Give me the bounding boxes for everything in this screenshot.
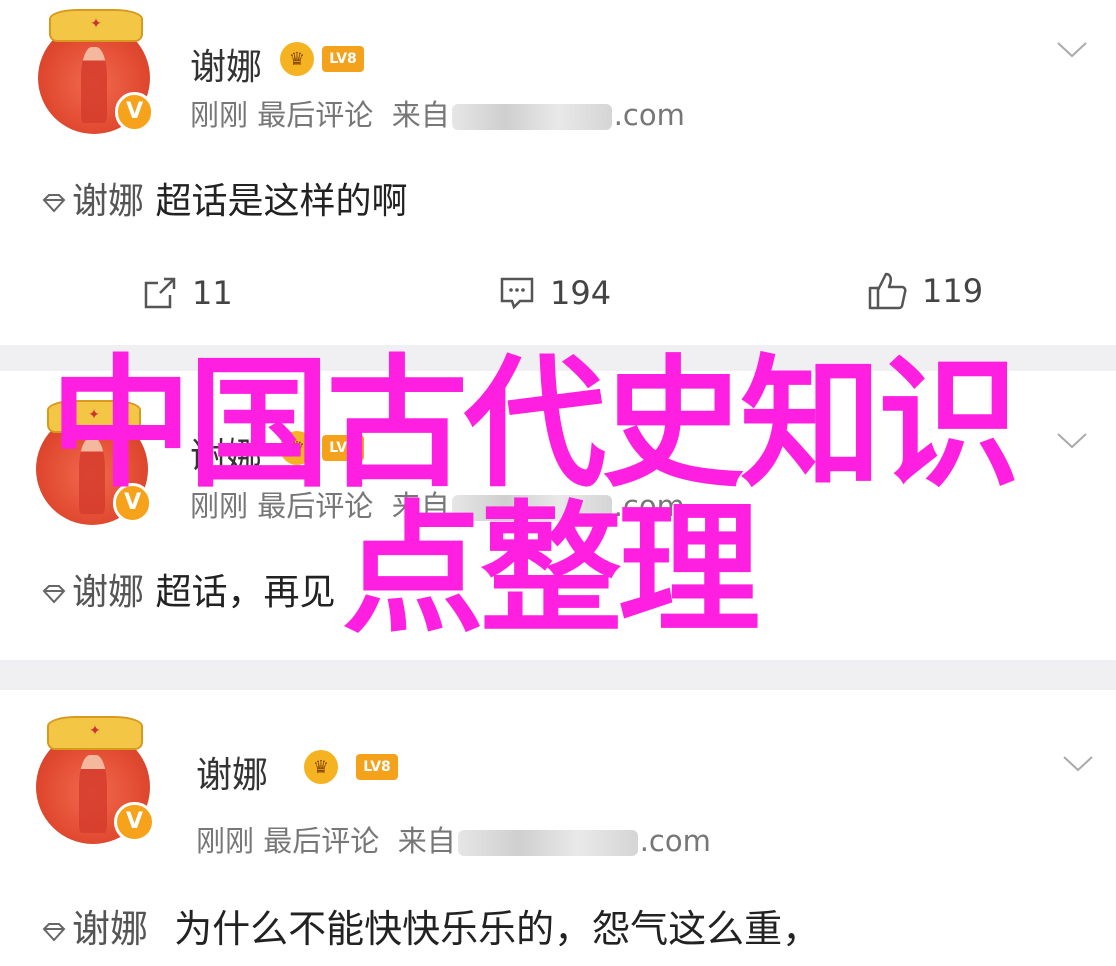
post-divider: [0, 660, 1116, 690]
like-count: 119: [922, 272, 984, 310]
meta-time: 刚刚: [190, 98, 249, 132]
supertopic-diamond-icon: [42, 922, 66, 941]
chevron-down-icon[interactable]: [1056, 40, 1088, 60]
weibo-post-3: ✦ V 谢娜 ♛ LV8 刚刚 最后评论 来自 .com 谢娜 为什么不能快快乐乐…: [0, 690, 1116, 966]
post-text: 为什么不能快快乐乐的，怨气这么重，: [174, 907, 821, 951]
avatar-figure: [80, 46, 108, 123]
post-content: 谢娜 为什么不能快快乐乐的，怨气这么重，: [40, 898, 820, 953]
post-meta: 刚刚 最后评论 来自 .com: [190, 92, 685, 134]
post-meta: 刚刚 最后评论 来自 .com: [196, 818, 711, 860]
avatar-figure: [79, 755, 107, 833]
overlay-title-line-1: 中国古代史知识: [50, 342, 1020, 507]
avatar[interactable]: ✦ V: [36, 716, 155, 844]
overlay-title-line-2: 点整理: [342, 488, 760, 653]
username[interactable]: 谢娜: [196, 746, 268, 798]
thumbs-up-icon: [868, 272, 907, 310]
chevron-down-icon[interactable]: [1062, 754, 1094, 774]
like-button[interactable]: 119: [866, 270, 983, 312]
level-badge: LV8: [322, 46, 364, 72]
vip-crown-icon: ♛: [280, 42, 314, 76]
meta-from: 来自: [397, 824, 456, 858]
repost-count: 11: [192, 274, 233, 312]
blurred-source: [451, 104, 612, 130]
meta-domain: .com: [639, 824, 711, 858]
meta-from: 来自: [391, 98, 450, 132]
supertopic-tag[interactable]: 谢娜: [72, 181, 144, 222]
meta-domain: .com: [613, 98, 685, 132]
avatar-frame-icon: ✦: [49, 8, 143, 42]
avatar-frame-icon: ✦: [47, 716, 143, 750]
supertopic-diamond-icon: [42, 194, 66, 213]
weibo-post-1: ✦ V 谢娜 ♛ LV8 刚刚 最后评论 来自 .com 谢娜 超话是这样的啊 1…: [0, 0, 1116, 345]
comment-button[interactable]: 194: [498, 274, 611, 312]
verified-v-icon: V: [114, 92, 155, 132]
blurred-source: [457, 830, 638, 856]
username[interactable]: 谢娜: [190, 38, 262, 90]
overlay-title: 中国古代史知识 点整理: [50, 352, 1110, 644]
comment-icon: [500, 277, 534, 310]
avatar[interactable]: ✦ V: [38, 8, 155, 134]
meta-time: 刚刚: [196, 824, 255, 858]
meta-action: 最后评论: [263, 824, 380, 858]
meta-action: 最后评论: [257, 98, 374, 132]
repost-icon: [144, 277, 176, 309]
level-badge: LV8: [356, 754, 398, 780]
supertopic-tag[interactable]: 谢娜: [72, 907, 148, 951]
post-text: 超话是这样的啊: [155, 181, 408, 222]
vip-crown-icon: ♛: [304, 750, 338, 784]
verified-v-icon: V: [114, 801, 155, 842]
post-content: 谢娜 超话是这样的啊: [40, 172, 407, 224]
comment-count: 194: [550, 274, 612, 312]
repost-button[interactable]: 11: [142, 274, 233, 312]
